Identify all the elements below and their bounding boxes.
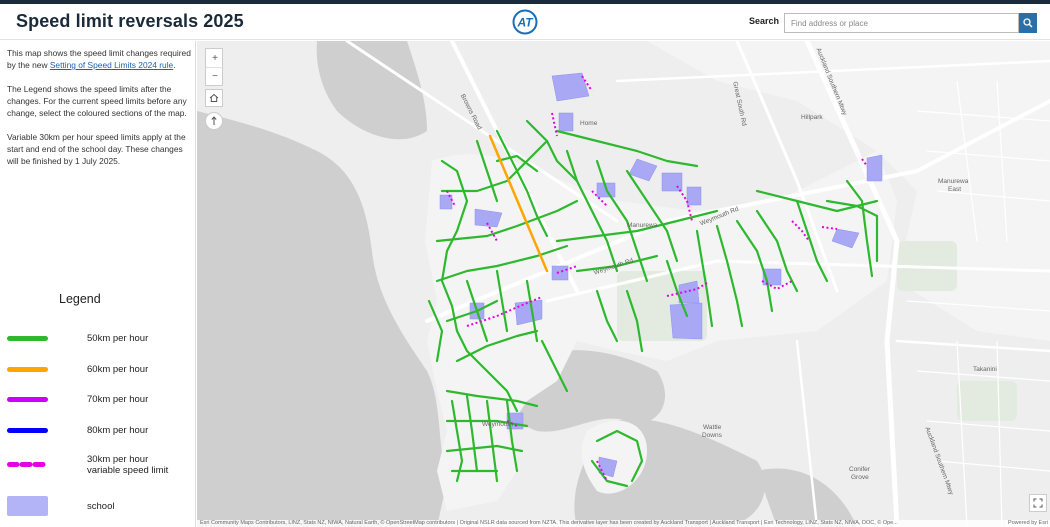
place-label-weymouth: Weymouth — [482, 421, 513, 428]
search-button[interactable] — [1019, 13, 1037, 33]
search-label: Search — [749, 16, 780, 26]
description-paragraph-1: This map shows the speed limit changes r… — [7, 48, 191, 70]
map-attribution: Esri Community Maps Contributors, LINZ, … — [197, 520, 1050, 527]
search-input[interactable] — [784, 13, 1019, 33]
compass-button[interactable] — [205, 112, 223, 130]
zoom-in-button[interactable]: + — [206, 49, 224, 67]
home-button[interactable] — [205, 89, 223, 107]
legend-item-school: school — [7, 496, 192, 520]
speed-limit-rule-link[interactable]: Setting of Speed Limits 2024 rule — [50, 60, 173, 70]
legend-item-50: 50km per hour — [7, 328, 192, 352]
legend-swatch-dashed — [7, 462, 48, 467]
auckland-transport-logo[interactable]: AT — [512, 9, 538, 35]
legend-item-60: 60km per hour — [7, 359, 192, 383]
legend-item-30-variable: 30km per hour variable speed limit — [7, 454, 192, 478]
header: Speed limit reversals 2025 AT Search — [0, 4, 1050, 40]
search-icon — [1023, 18, 1033, 28]
legend-swatch-green — [7, 336, 48, 341]
place-label-manurewa-east-1: Manurewa — [938, 178, 969, 185]
description-paragraph-2: The Legend shows the speed limits after … — [7, 84, 187, 118]
map-view[interactable]: Browns Road Great South Rd Auckland Sout… — [197, 41, 1050, 527]
legend-item-80: 80km per hour — [7, 420, 192, 444]
place-label-conifer-grove-2: Grove — [851, 474, 869, 481]
place-label-manurewa-east-2: East — [948, 186, 962, 193]
fullscreen-button[interactable] — [1029, 494, 1047, 512]
north-arrow-icon — [211, 116, 217, 125]
legend-item-70: 70km per hour — [7, 389, 192, 413]
place-label-hillpark: Hillpark — [801, 114, 823, 121]
powered-by-esri[interactable]: Powered by Esri — [1005, 520, 1048, 527]
place-label-conifer-grove-1: Conifer — [849, 466, 870, 473]
place-label-manurewa: Manurewa — [627, 222, 658, 229]
legend-swatch-purple — [7, 397, 48, 402]
sidebar: This map shows the speed limit changes r… — [0, 41, 196, 527]
page-title: Speed limit reversals 2025 — [16, 11, 244, 31]
fullscreen-icon — [1033, 498, 1043, 508]
description-paragraph-3: Variable 30km per hour speed limits appl… — [7, 132, 186, 166]
place-label-wattle-downs-1: Wattle — [703, 424, 722, 431]
legend-swatch-orange — [7, 367, 48, 372]
zoom-controls: + − — [205, 48, 224, 86]
legend-swatch-blue — [7, 428, 48, 433]
home-icon — [209, 93, 219, 102]
place-label-wattle-downs-2: Downs — [702, 432, 722, 439]
legend-title: Legend — [59, 292, 101, 306]
zoom-out-button[interactable]: − — [206, 67, 224, 85]
place-label-home: Home — [580, 120, 598, 127]
description: This map shows the speed limit changes r… — [7, 47, 191, 179]
legend-swatch-school — [7, 496, 48, 516]
svg-text:AT: AT — [516, 16, 534, 30]
place-label-takanini: Takanini — [973, 366, 997, 373]
basemap — [197, 41, 1050, 527]
